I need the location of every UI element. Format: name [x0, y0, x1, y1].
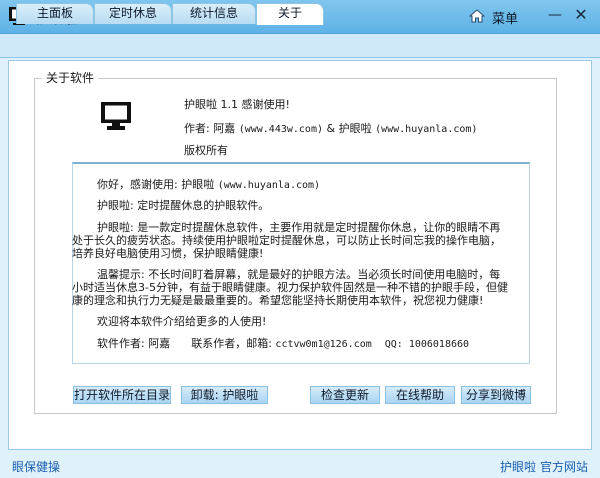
- contact-qq: QQ: 1006018660: [384, 339, 470, 350]
- contact-email: cctvw0m1@126.com: [275, 339, 372, 350]
- author-prefix: 作者: 阿嘉: [184, 122, 236, 135]
- official-site-link[interactable]: 官方网站: [540, 458, 588, 475]
- about-textbox: [72, 162, 530, 364]
- home-icon[interactable]: [469, 8, 485, 24]
- minimize-button[interactable]: —: [546, 6, 564, 24]
- welcome-line: 欢迎将本软件介绍给更多的人使用!: [97, 315, 267, 328]
- check-update-button[interactable]: 检查更新: [310, 386, 380, 404]
- huyanla-link[interactable]: 护眼啦: [500, 458, 536, 475]
- tab-main-panel[interactable]: 主面板: [16, 3, 94, 24]
- contact-label: 联系作者，邮箱:: [191, 337, 272, 350]
- share-weibo-button[interactable]: 分享到微博: [461, 386, 531, 404]
- desc-line-2: 护眼啦: 是一款定时提醒休息软件，主要作用就是定时提醒你休息，让你的眼睛不再: [97, 221, 501, 234]
- tab-timed-rest[interactable]: 定时休息: [94, 3, 172, 24]
- tip-line-3: 康的理念和执行力无疑是最最重要的。希望您能坚持长期使用本软件，祝您视力健康!: [72, 294, 484, 307]
- author-site-2: (www.huyanla.com): [375, 124, 478, 135]
- about-author-line: 作者: 阿嘉 (www.443w.com) & 护眼啦 (www.huyanla…: [184, 120, 477, 136]
- copyright-text: 版权所有: [184, 144, 228, 157]
- desc-line-1: 护眼啦: 定时提醒休息的护眼软件。: [97, 199, 270, 212]
- software-author: 软件作者: 阿嘉: [97, 337, 171, 350]
- group-title: 关于软件: [42, 69, 99, 86]
- author-site-1: (www.443w.com): [238, 124, 323, 135]
- online-help-button[interactable]: 在线帮助: [385, 386, 455, 404]
- menu-button[interactable]: 菜单: [492, 8, 518, 27]
- open-directory-button[interactable]: 打开软件所在目录: [73, 386, 171, 404]
- desc-line-4: 培养良好电脑使用习惯，保护眼睛健康!: [72, 247, 264, 260]
- eye-exercise-link[interactable]: 眼保健操: [12, 458, 60, 475]
- author-and: & 护眼啦: [326, 122, 372, 135]
- large-monitor-icon: [101, 102, 131, 130]
- hello-site: (www.huyanla.com): [217, 180, 321, 191]
- hello-line: 你好，感谢使用: 护眼啦 (www.huyanla.com): [97, 178, 320, 192]
- tip-line-2: 小时适当休息3-5分钟，有益于眼睛健康。视力保护软件固然是一种不错的护眼手段，但…: [72, 281, 508, 294]
- tab-statistics[interactable]: 统计信息: [172, 3, 256, 24]
- contact-line: 软件作者: 阿嘉 联系作者，邮箱: cctvw0m1@126.com QQ: 1…: [97, 337, 469, 351]
- tip-line-1: 温馨提示: 不长时间盯着屏幕，就是最好的护眼方法。当必须长时间使用电脑时，每: [97, 268, 501, 281]
- tab-about[interactable]: 关于: [256, 3, 324, 25]
- desc-line-3: 处于长久的疲劳状态。持续使用护眼啦定时提醒休息，可以防止长时间忘我的操作电脑，: [72, 234, 501, 247]
- tab-bar: [0, 34, 600, 58]
- uninstall-button[interactable]: 卸载: 护眼啦: [181, 386, 268, 404]
- close-button[interactable]: ✕: [572, 6, 590, 24]
- about-version-line: 护眼啦 1.1 感谢使用!: [184, 98, 290, 111]
- hello-prefix: 你好，感谢使用: 护眼啦: [97, 178, 215, 191]
